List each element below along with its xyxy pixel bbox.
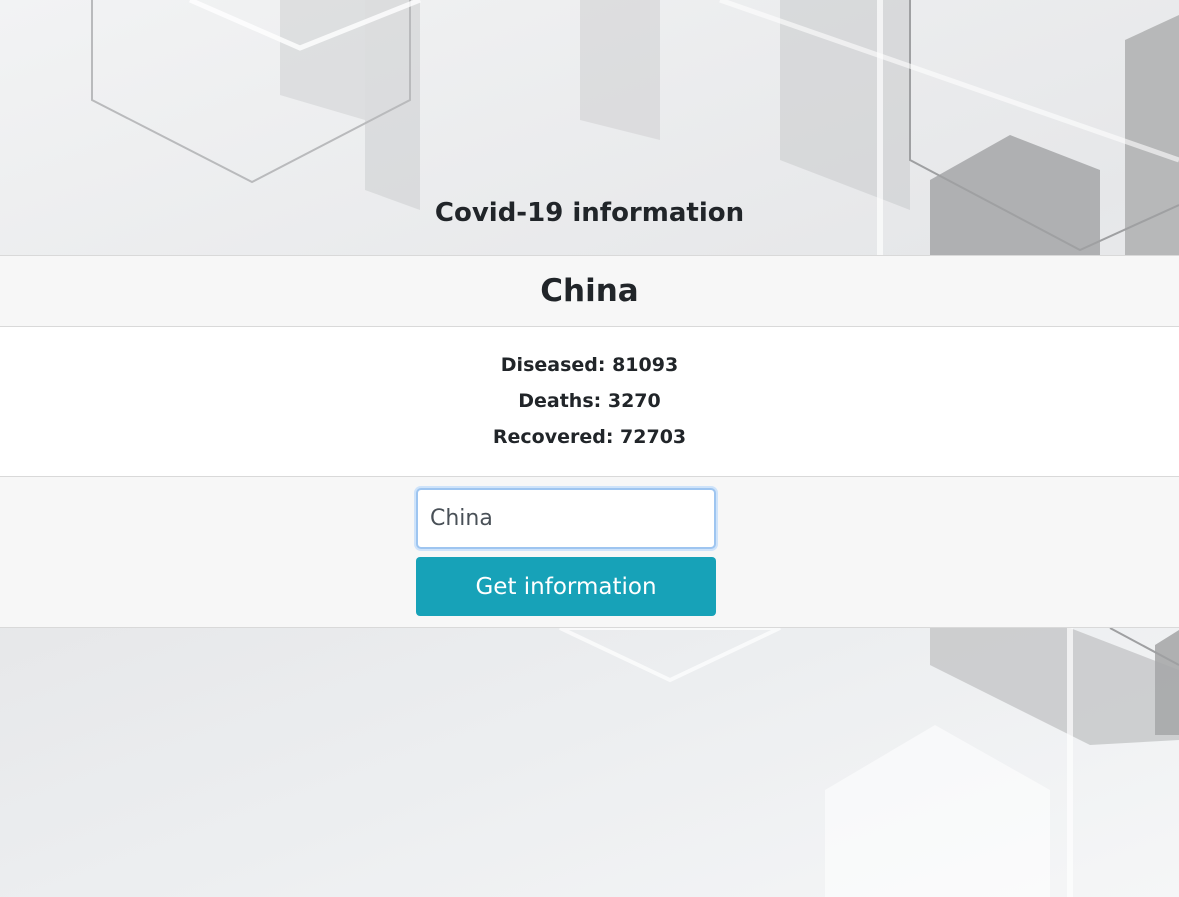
search-form: Get information bbox=[0, 476, 1179, 627]
get-information-button[interactable]: Get information bbox=[416, 557, 716, 616]
stat-deaths: Deaths: 3270 bbox=[518, 390, 661, 412]
stat-recovered: Recovered: 72703 bbox=[492, 426, 687, 448]
stats-panel: Diseased: 81093 Deaths: 3270 Recovered: … bbox=[0, 327, 1179, 476]
card-header: China bbox=[0, 256, 1179, 327]
page-title: Covid-19 information bbox=[434, 198, 745, 228]
country-input[interactable] bbox=[416, 488, 716, 549]
country-name: China bbox=[540, 273, 639, 309]
stat-diseased: Diseased: 81093 bbox=[500, 354, 679, 376]
result-card: China Diseased: 81093 Deaths: 3270 Recov… bbox=[0, 255, 1179, 628]
